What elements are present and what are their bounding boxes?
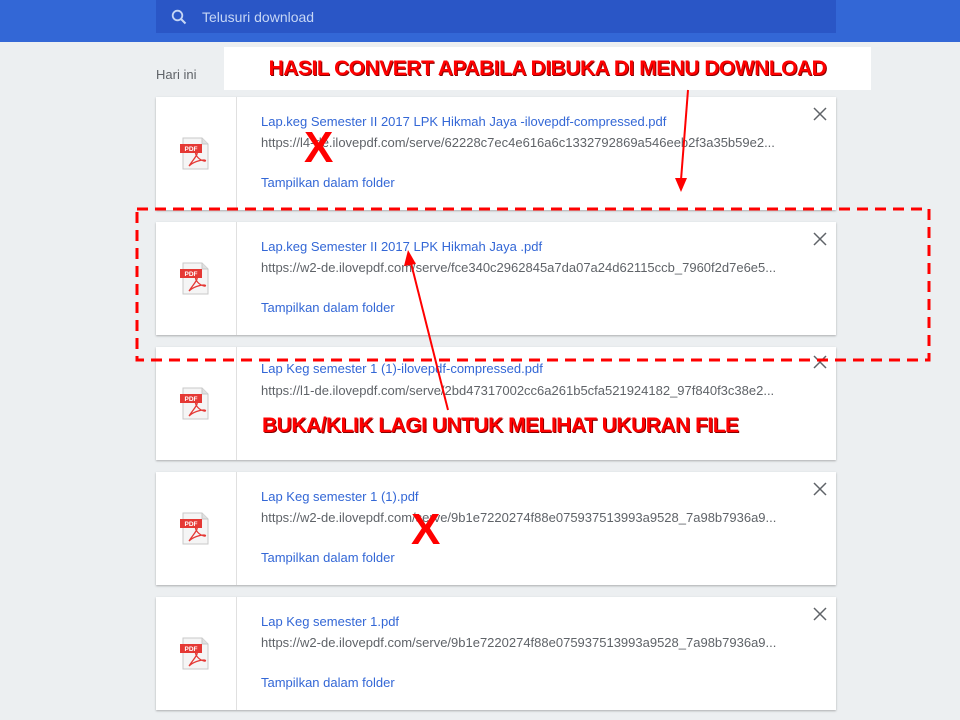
file-url: https://l1-de.ilovepdf.com/serve/2bd4731… — [261, 383, 775, 398]
file-name-link[interactable]: Lap.keg Semester II 2017 LPK Hikmah Jaya… — [261, 114, 666, 129]
search-box[interactable] — [156, 0, 836, 33]
file-url: https://w2-de.ilovepdf.com/serve/9b1e722… — [261, 635, 777, 650]
close-icon[interactable] — [813, 482, 827, 496]
annotation-callout-middle: BUKA/KLIK LAGI UNTUK MELIHAT UKURAN FILE — [262, 414, 739, 438]
close-icon[interactable] — [813, 607, 827, 621]
show-in-folder-link[interactable]: Tampilkan dalam folder — [261, 175, 395, 190]
file-icon-column — [156, 472, 237, 585]
pdf-file-icon[interactable] — [180, 387, 211, 420]
file-url: https://w2-de.ilovepdf.com/serve/9b1e722… — [261, 510, 777, 525]
date-group-header: Hari ini — [156, 67, 197, 82]
file-icon-column — [156, 222, 237, 335]
download-item: Lap Keg semester 1.pdf https://w2-de.ilo… — [156, 597, 836, 710]
download-item: Lap Keg semester 1 (1).pdf https://w2-de… — [156, 472, 836, 585]
file-name-link[interactable]: Lap Keg semester 1.pdf — [261, 614, 399, 629]
file-url: https://l4-de.ilovepdf.com/serve/62228c7… — [261, 135, 775, 150]
download-item: Lap.keg Semester II 2017 LPK Hikmah Jaya… — [156, 222, 836, 335]
search-input[interactable] — [202, 8, 802, 25]
close-icon[interactable] — [813, 232, 827, 246]
pdf-file-icon[interactable] — [180, 512, 211, 545]
file-name-link[interactable]: Lap.keg Semester II 2017 LPK Hikmah Jaya… — [261, 239, 542, 254]
download-item: Lap Keg semester 1 (1)-ilovepdf-compress… — [156, 347, 836, 460]
close-icon[interactable] — [813, 355, 827, 369]
download-item: Lap.keg Semester II 2017 LPK Hikmah Jaya… — [156, 97, 836, 210]
top-toolbar — [0, 0, 960, 42]
file-name-link[interactable]: Lap Keg semester 1 (1).pdf — [261, 489, 419, 504]
file-url: https://w2-de.ilovepdf.com/serve/fce340c… — [261, 260, 777, 275]
close-icon[interactable] — [813, 107, 827, 121]
pdf-file-icon[interactable] — [180, 262, 211, 295]
file-icon-column — [156, 347, 237, 460]
pdf-file-icon[interactable] — [180, 137, 211, 170]
file-icon-column — [156, 597, 237, 710]
search-icon — [171, 9, 187, 24]
show-in-folder-link[interactable]: Tampilkan dalam folder — [261, 300, 395, 315]
file-name-link[interactable]: Lap Keg semester 1 (1)-ilovepdf-compress… — [261, 361, 543, 376]
annotation-text-middle: BUKA/KLIK LAGI UNTUK MELIHAT UKURAN FILE — [262, 414, 739, 437]
annotation-callout-top: HASIL CONVERT APABILA DIBUKA DI MENU DOW… — [224, 47, 871, 90]
pdf-file-icon[interactable] — [180, 637, 211, 670]
file-icon-column — [156, 97, 237, 210]
show-in-folder-link[interactable]: Tampilkan dalam folder — [261, 550, 395, 565]
show-in-folder-link[interactable]: Tampilkan dalam folder — [261, 675, 395, 690]
annotation-text-top: HASIL CONVERT APABILA DIBUKA DI MENU DOW… — [268, 56, 827, 80]
